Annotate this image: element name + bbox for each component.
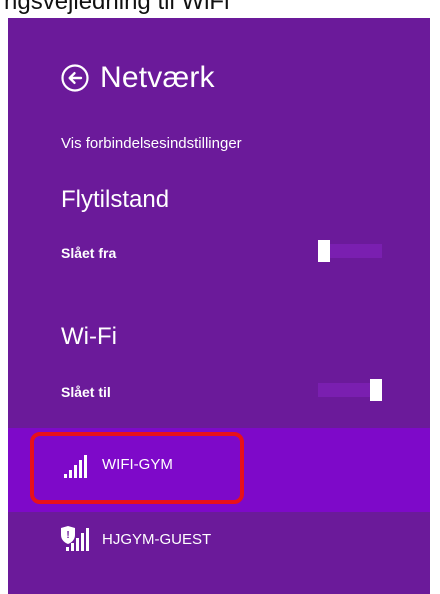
page: ngsvejledning til WiFi Netværk Vis forbi… bbox=[0, 0, 440, 594]
svg-text:!: ! bbox=[66, 530, 69, 541]
wifi-status: Slået til bbox=[61, 384, 111, 400]
wifi-toggle[interactable] bbox=[318, 379, 382, 401]
airplane-mode-status: Slået fra bbox=[61, 245, 117, 261]
airplane-mode-toggle[interactable] bbox=[318, 240, 382, 262]
caption-fragment: ngsvejledning til WiFi bbox=[4, 0, 230, 15]
wifi-signal-icon bbox=[64, 455, 87, 478]
airplane-mode-toggle-thumb bbox=[318, 240, 330, 262]
page-title: Netværk bbox=[100, 61, 215, 94]
network-name: HJGYM-GUEST bbox=[102, 531, 212, 548]
wifi-toggle-thumb bbox=[370, 379, 382, 401]
back-arrow-circle-icon[interactable] bbox=[60, 63, 90, 93]
network-item-wifi-gym[interactable]: WIFI-GYM bbox=[8, 428, 430, 512]
connection-settings-link[interactable]: Vis forbindelsesindstillinger bbox=[61, 135, 242, 152]
network-name: WIFI-GYM bbox=[102, 456, 173, 473]
panel-header: Netværk bbox=[60, 58, 215, 98]
caption-strip: ngsvejledning til WiFi bbox=[0, 0, 440, 18]
wifi-title: Wi-Fi bbox=[61, 323, 117, 350]
network-panel: Netværk Vis forbindelsesindstillinger Fl… bbox=[8, 18, 430, 594]
wifi-signal-shield-icon: ! bbox=[61, 526, 89, 551]
airplane-mode-title: Flytilstand bbox=[61, 186, 170, 213]
network-item-hjgym-guest[interactable]: ! HJGYM-GUEST bbox=[8, 512, 430, 594]
